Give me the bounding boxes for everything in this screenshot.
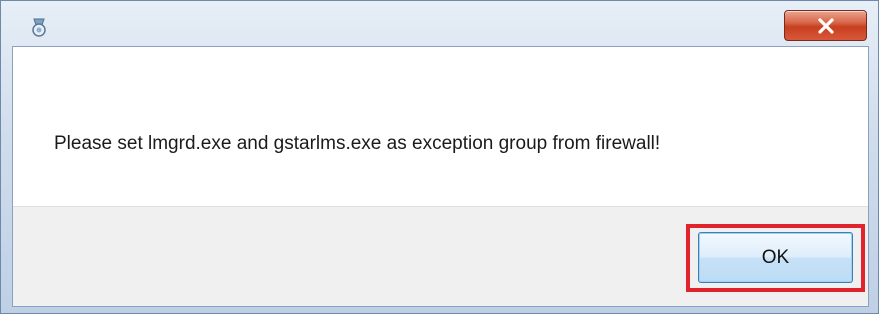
dialog-message: Please set lmgrd.exe and gstarlms.exe as… (54, 133, 661, 154)
dialog-button-bar: OK (13, 206, 868, 306)
ok-button[interactable]: OK (698, 232, 853, 283)
close-x-icon (817, 17, 834, 34)
dialog-client-area: Please set lmgrd.exe and gstarlms.exe as… (12, 46, 869, 307)
close-button[interactable] (784, 10, 867, 41)
title-bar[interactable] (1, 1, 878, 45)
app-icon (29, 16, 49, 38)
dialog-window: Please set lmgrd.exe and gstarlms.exe as… (0, 0, 879, 314)
